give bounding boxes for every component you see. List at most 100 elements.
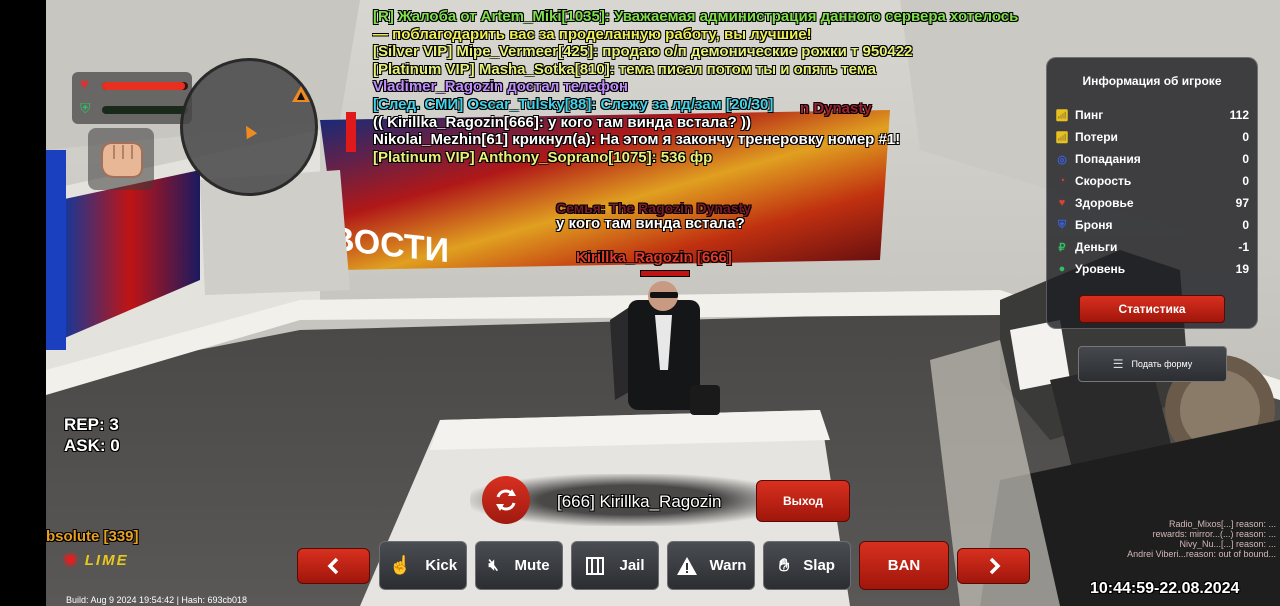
heart-icon: ♥ <box>1058 197 1066 209</box>
exit-button[interactable]: Выход <box>756 480 850 522</box>
refresh-button[interactable] <box>482 476 530 524</box>
user-icon: ● <box>1058 263 1066 275</box>
lime-logo-text: LIME <box>84 552 129 569</box>
ban-button[interactable]: BAN <box>859 541 949 590</box>
game-scene: ВОСТИ ♥ ⛨ [R] Жалоба от Artem_Miki[1035]… <box>0 0 1280 606</box>
money-icon: ₽ <box>1058 241 1066 254</box>
kill-feed-entry: Nivy_Nu...[...] reason: ... <box>1179 539 1276 549</box>
player-info-label: Уровень <box>1075 262 1126 276</box>
minimap[interactable] <box>180 58 318 196</box>
chat-line: (( Kirillka_Ragozin[666]: у кого там вин… <box>373 113 751 131</box>
warn-button[interactable]: Warn <box>667 541 755 590</box>
player-info-label: Здоровье <box>1075 196 1134 210</box>
slap-button[interactable]: ✋︎ Slap <box>763 541 851 590</box>
player-info-label: Попадания <box>1075 152 1141 166</box>
slap-label: Slap <box>803 557 835 574</box>
player-info-value: 0 <box>1242 174 1249 188</box>
chat-line: [Silver VIP] Mipe_Vermeer[425]: продаю о… <box>373 43 913 61</box>
build-info: Build: Aug 9 2024 19:54:42 | Hash: 693cb… <box>66 595 247 605</box>
jail-icon <box>586 556 605 575</box>
armor-icon: ⛨ <box>1057 218 1067 231</box>
chat-line: [След. СМИ] Oscar_Tulsky[88]: Слежу за л… <box>373 95 774 113</box>
kick-icon: ☝ <box>388 555 412 575</box>
kill-feed-entry: Radio_Mixos[...] reason: ... <box>1168 519 1276 529</box>
health-bar-fill <box>102 82 186 90</box>
wifi-icon: 📶︎ <box>1055 131 1069 144</box>
player-info-row: 📶︎ Потери 0 <box>1055 128 1249 146</box>
spectate-target-name: [666] Kirillka_Ragozin <box>557 492 722 511</box>
family-label-partial: n Dynasty <box>800 100 872 117</box>
player-info-value: 112 <box>1229 108 1249 122</box>
weapon-fist-icon[interactable] <box>88 128 154 190</box>
player-info-row: ♥ Здоровье 97 <box>1055 194 1249 212</box>
chevron-left-icon <box>327 557 338 575</box>
player-info-title: Информация об игроке <box>1082 74 1222 88</box>
player-info-label: Скорость <box>1075 174 1132 188</box>
left-black-bar <box>0 0 46 606</box>
submit-form-button[interactable]: ☰ Подать форму <box>1078 346 1227 382</box>
heart-icon: ♥ <box>80 76 89 93</box>
player-nametag: Kirillka_Ragozin [666] <box>576 249 732 266</box>
clock: 10:44:59-22.08.2024 <box>1090 580 1240 597</box>
player-info-value: -1 <box>1238 240 1249 254</box>
admin-tag: bsolute [339] <box>46 528 139 545</box>
submit-form-label: Подать форму <box>1131 359 1193 369</box>
player-info-panel: Информация об игроке 📶︎ Пинг 112 📶︎ Потери 0 ◎… <box>1046 57 1258 329</box>
nametag-health-bar <box>640 270 690 277</box>
fist-icon <box>101 142 143 178</box>
target-icon: ◎ <box>1057 153 1067 166</box>
player-info-value: 0 <box>1242 130 1249 144</box>
player-info-row: 📶︎ Пинг 112 <box>1055 106 1249 124</box>
lime-icon: ✺ <box>62 550 79 572</box>
rep-counter: REP: 3 <box>64 415 119 434</box>
player-info-value: 19 <box>1235 262 1249 276</box>
north-marker-inner-icon <box>297 92 305 100</box>
chat-line: Nikolai_Mezhin[61] крикнул(а): На этом я… <box>373 131 901 149</box>
jail-button[interactable]: Jail <box>571 541 659 590</box>
armor-bar <box>102 106 188 114</box>
warning-icon <box>676 556 697 575</box>
kick-label: Kick <box>425 557 458 574</box>
player-info-row: ● Уровень 19 <box>1055 260 1249 278</box>
chevron-right-icon <box>989 557 1000 575</box>
player-info-row: ◔ Скорость 0 <box>1055 172 1249 190</box>
chat-line: — поблагодарить вас за проделанную работ… <box>373 25 812 43</box>
player-info-row: ⛨ Броня 0 <box>1055 216 1249 234</box>
chat-line: Vladimer_Ragozin достал телефон <box>373 78 628 96</box>
chat-line: [R] Жалоба от Artem_Miki[1035]: Уважаема… <box>373 8 1019 25</box>
ask-counter: ASK: 0 <box>64 436 120 455</box>
player-info-label: Деньги <box>1075 240 1118 254</box>
chat-line: [Platinum VIP] Masha_Sotka[810]: тема пи… <box>373 60 877 78</box>
statistics-button[interactable]: Статистика <box>1079 295 1225 323</box>
hud-panel: ♥ ⛨ <box>72 72 192 124</box>
speedometer-icon: ◔ <box>1058 175 1066 187</box>
warn-label: Warn <box>709 557 747 574</box>
player-info-value: 0 <box>1242 218 1249 232</box>
prev-button[interactable] <box>297 548 370 584</box>
red-marker <box>346 112 356 152</box>
shield-icon: ⛨ <box>80 100 91 116</box>
player-info-label: Потери <box>1075 130 1118 144</box>
next-button[interactable] <box>957 548 1030 584</box>
kick-button[interactable]: ☝ Kick <box>379 541 467 590</box>
chat-line: [Platinum VIP] Anthony_Soprano[1075]: 53… <box>373 148 713 166</box>
hand-icon: ✋︎ <box>779 555 790 575</box>
kill-feed-entry: rewards: mirror...(...) reason: ... <box>1152 529 1276 539</box>
refresh-icon <box>496 489 516 511</box>
health-bar <box>102 82 188 90</box>
wifi-icon: 📶︎ <box>1055 109 1069 122</box>
player-info-row: ◎ Попадания 0 <box>1055 150 1249 168</box>
player-info-label: Броня <box>1075 218 1113 232</box>
jail-label: Jail <box>619 557 645 574</box>
player-info-value: 0 <box>1242 152 1249 166</box>
family-label: Семья: The Ragozin Dynasty <box>556 200 751 216</box>
form-icon: ☰ <box>1112 357 1124 371</box>
kill-feed: Radio_Mixos[...] reason: ... rewards: mir… <box>1040 519 1276 559</box>
player-info-value: 97 <box>1235 196 1249 210</box>
player-info-label: Пинг <box>1075 108 1104 122</box>
player-info-row: ₽ Деньги -1 <box>1055 238 1250 256</box>
lime-logo: ✺ LIME <box>62 548 129 573</box>
chat-bubble: у кого там винда встала? <box>556 215 745 232</box>
mute-icon: 🔇︎ <box>488 556 499 574</box>
mute-button[interactable]: 🔇︎ Mute <box>475 541 563 590</box>
